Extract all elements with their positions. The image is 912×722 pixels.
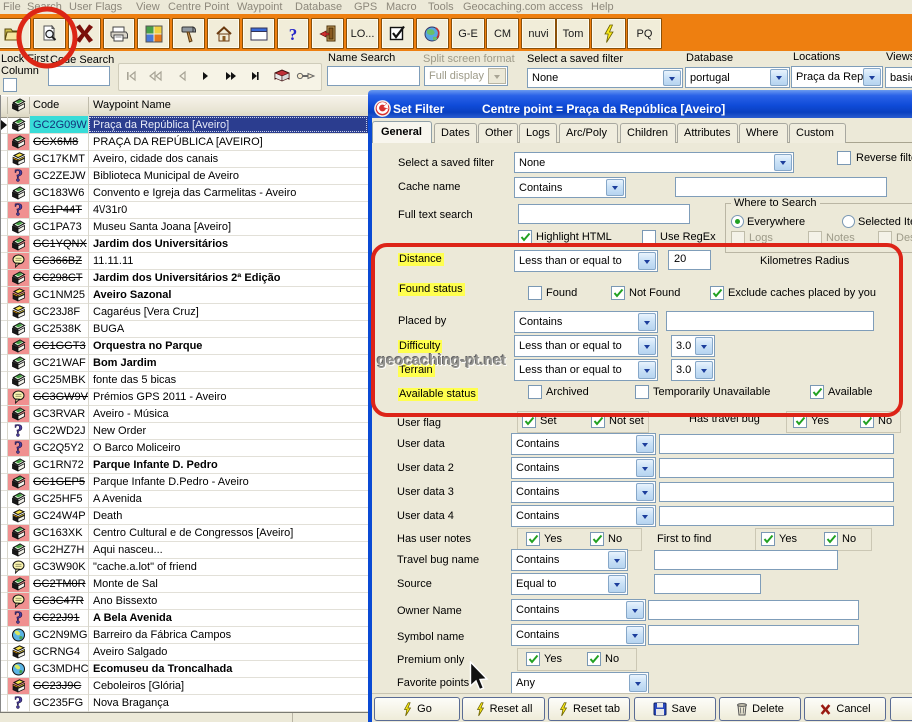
- svg-text:?: ?: [14, 440, 23, 455]
- svg-text:?: ?: [14, 695, 23, 710]
- svg-text:?: ?: [289, 25, 298, 43]
- svg-text:?: ?: [14, 202, 23, 217]
- svg-text:?: ?: [14, 168, 23, 183]
- svg-text:?: ?: [14, 610, 23, 625]
- svg-text:?: ?: [14, 423, 23, 438]
